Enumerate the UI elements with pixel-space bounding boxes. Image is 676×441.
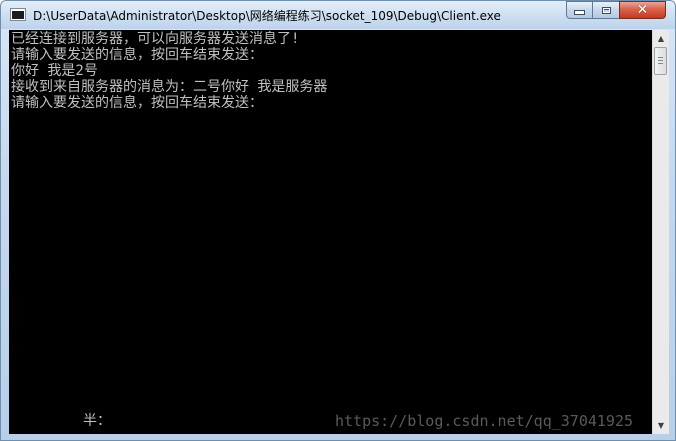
- minimize-icon: [574, 10, 585, 15]
- window-title: D:\UserData\Administrator\Desktop\网络编程练习…: [33, 9, 501, 23]
- console-line: 接收到来自服务器的消息为：二号你好 我是服务器: [11, 79, 328, 95]
- grip-line: [658, 60, 663, 61]
- vertical-scrollbar[interactable]: ▲ ▼: [652, 30, 669, 434]
- close-icon: ✕: [636, 2, 649, 18]
- console-line: 你好 我是2号: [11, 63, 98, 79]
- grip-line: [658, 57, 663, 58]
- console-window-icon[interactable]: [10, 8, 26, 21]
- maximize-button[interactable]: [592, 1, 620, 19]
- grip-line: [658, 63, 663, 64]
- scrollbar-thumb[interactable]: [654, 47, 667, 75]
- maximize-icon: [601, 6, 611, 14]
- console-window: D:\UserData\Administrator\Desktop\网络编程练习…: [0, 0, 676, 441]
- scroll-up-arrow-icon[interactable]: ▲: [653, 30, 669, 47]
- watermark-text: https://blog.csdn.net/qq_37041925: [335, 412, 634, 430]
- console-line: 请输入要发送的信息，按回车结束发送：: [11, 47, 263, 63]
- console-output[interactable]: 已经连接到服务器，可以向服务器发送消息了! 请输入要发送的信息，按回车结束发送：…: [9, 30, 652, 434]
- ime-status-indicator: 半：: [83, 413, 111, 429]
- scroll-down-arrow-icon[interactable]: ▼: [653, 417, 669, 434]
- minimize-button[interactable]: [566, 1, 593, 19]
- console-line: 请输入要发送的信息，按回车结束发送：: [11, 95, 263, 111]
- close-button[interactable]: ✕: [619, 1, 666, 19]
- console-line: 已经连接到服务器，可以向服务器发送消息了!: [11, 31, 300, 47]
